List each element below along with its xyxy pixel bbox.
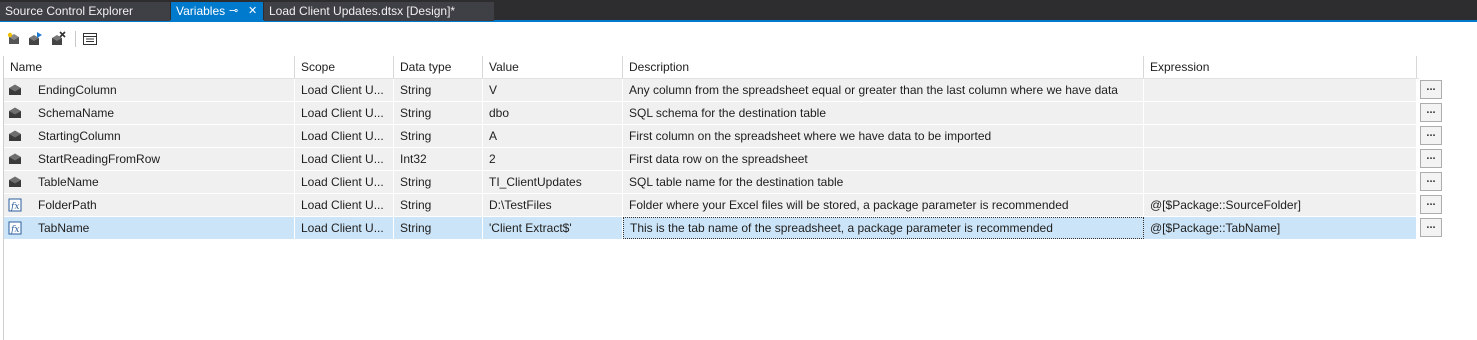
column-header-data-type[interactable]: Data type — [394, 56, 483, 78]
variable-expression-cell[interactable]: @[$Package::SourceFolder] — [1144, 194, 1417, 216]
variable-icon — [8, 83, 23, 97]
variable-scope-cell[interactable]: Load Client U... — [295, 194, 394, 216]
variable-type-cell[interactable]: String — [394, 102, 483, 124]
move-variable-icon[interactable] — [27, 31, 43, 47]
table-row[interactable]: fx TabName Load Client U... String 'Client E… — [4, 217, 1444, 240]
svg-text:fx: fx — [10, 225, 19, 235]
table-row[interactable]: TableName Load Client U... String TI_Client… — [4, 171, 1444, 194]
variable-type-cell[interactable]: String — [394, 171, 483, 193]
svg-text:fx: fx — [10, 202, 19, 212]
expression-builder-button[interactable]: ... — [1420, 172, 1442, 191]
variable-name-cell[interactable]: TabName — [24, 217, 295, 239]
variable-value-cell[interactable]: A — [483, 125, 623, 147]
variable-expression-cell[interactable]: @[$Package::TabName] — [1144, 217, 1417, 239]
variable-description-cell[interactable]: Any column from the spreadsheet equal or… — [623, 79, 1144, 101]
variable-type-cell[interactable]: Int32 — [394, 148, 483, 170]
grid-options-icon[interactable] — [82, 31, 98, 47]
table-row[interactable]: StartReadingFromRow Load Client U... Int32… — [4, 148, 1444, 171]
tab-variables[interactable]: Variables ⊸ ✕ — [171, 2, 263, 21]
expression-builder-button[interactable]: ... — [1420, 126, 1442, 145]
variable-name-cell[interactable]: StartingColumn — [24, 125, 295, 147]
variable-expression-cell[interactable] — [1144, 79, 1417, 101]
table-row[interactable]: StartingColumn Load Client U... String A Fir… — [4, 125, 1444, 148]
tab-source-control-explorer[interactable]: Source Control Explorer — [0, 2, 170, 21]
variable-description-cell[interactable]: First column on the spreadsheet where we… — [623, 125, 1144, 147]
table-row[interactable]: fx FolderPath Load Client U... String D:\Tes… — [4, 194, 1444, 217]
expression-builder-button[interactable]: ... — [1420, 103, 1442, 122]
expression-builder-button[interactable]: ... — [1420, 195, 1442, 214]
variable-scope-cell[interactable]: Load Client U... — [295, 148, 394, 170]
tab-label: Source Control Explorer — [5, 4, 134, 18]
expression-builder-button[interactable]: ... — [1420, 80, 1442, 99]
pin-icon[interactable]: ⊸ — [229, 2, 238, 21]
variable-name-cell[interactable]: StartReadingFromRow — [24, 148, 295, 170]
grid-header: Name Scope Data type Value Description E… — [4, 56, 1419, 79]
add-variable-icon[interactable] — [6, 31, 22, 47]
variable-scope-cell[interactable]: Load Client U... — [295, 102, 394, 124]
toolbar-separator — [75, 31, 76, 47]
variable-type-cell[interactable]: String — [394, 217, 483, 239]
tab-load-client-updates-design[interactable]: Load Client Updates.dtsx [Design]* — [264, 2, 494, 21]
column-header-value[interactable]: Value — [483, 56, 623, 78]
variable-scope-cell[interactable]: Load Client U... — [295, 79, 394, 101]
variable-description-cell[interactable]: Folder where your Excel files will be st… — [623, 194, 1144, 216]
tab-label: Variables — [176, 4, 226, 18]
variable-scope-cell[interactable]: Load Client U... — [295, 171, 394, 193]
expression-builder-button[interactable]: ... — [1420, 218, 1442, 237]
table-row[interactable]: EndingColumn Load Client U... String V Any c… — [4, 79, 1444, 102]
tab-label: Load Client Updates.dtsx [Design]* — [269, 4, 456, 18]
variable-expression-cell[interactable] — [1144, 171, 1417, 193]
variable-description-cell[interactable]: This is the tab name of the spreadsheet,… — [623, 217, 1144, 239]
variable-name-cell[interactable]: SchemaName — [24, 102, 295, 124]
variable-description-cell[interactable]: SQL schema for the destination table — [623, 102, 1144, 124]
variable-value-cell[interactable]: TI_ClientUpdates — [483, 171, 623, 193]
variable-type-cell[interactable]: String — [394, 194, 483, 216]
variable-value-cell[interactable]: dbo — [483, 102, 623, 124]
variable-scope-cell[interactable]: Load Client U... — [295, 125, 394, 147]
table-row[interactable]: SchemaName Load Client U... String dbo SQL s… — [4, 102, 1444, 125]
column-header-expression[interactable]: Expression — [1144, 56, 1417, 78]
expression-variable-icon: fx — [8, 221, 23, 235]
variable-icon — [8, 106, 23, 120]
variables-grid: Name Scope Data type Value Description E… — [3, 56, 1477, 340]
variable-value-cell[interactable]: 2 — [483, 148, 623, 170]
expression-builder-button[interactable]: ... — [1420, 149, 1442, 168]
document-tab-strip: Source Control Explorer Variables ⊸ ✕ Lo… — [0, 0, 1477, 22]
variable-name-cell[interactable]: TableName — [24, 171, 295, 193]
variable-expression-cell[interactable] — [1144, 125, 1417, 147]
variable-description-cell[interactable]: First data row on the spreadsheet — [623, 148, 1144, 170]
variable-value-cell[interactable]: V — [483, 79, 623, 101]
variable-value-cell[interactable]: D:\TestFiles — [483, 194, 623, 216]
expression-variable-icon: fx — [8, 198, 23, 212]
column-header-name[interactable]: Name — [4, 56, 295, 78]
variable-scope-cell[interactable]: Load Client U... — [295, 217, 394, 239]
variable-expression-cell[interactable] — [1144, 148, 1417, 170]
column-header-description[interactable]: Description — [623, 56, 1144, 78]
variable-type-cell[interactable]: String — [394, 79, 483, 101]
variable-icon — [8, 129, 23, 143]
variable-name-cell[interactable]: FolderPath — [24, 194, 295, 216]
close-icon[interactable]: ✕ — [248, 2, 257, 21]
variable-expression-cell[interactable] — [1144, 102, 1417, 124]
variable-value-cell[interactable]: 'Client Extract$' — [483, 217, 623, 239]
variables-toolbar — [0, 22, 1477, 56]
variable-icon — [8, 152, 23, 166]
column-header-scope[interactable]: Scope — [295, 56, 394, 78]
variable-icon — [8, 175, 23, 189]
delete-variable-icon[interactable] — [50, 31, 66, 47]
variable-description-cell[interactable]: SQL table name for the destination table — [623, 171, 1144, 193]
variable-type-cell[interactable]: String — [394, 125, 483, 147]
variable-name-cell[interactable]: EndingColumn — [24, 79, 295, 101]
